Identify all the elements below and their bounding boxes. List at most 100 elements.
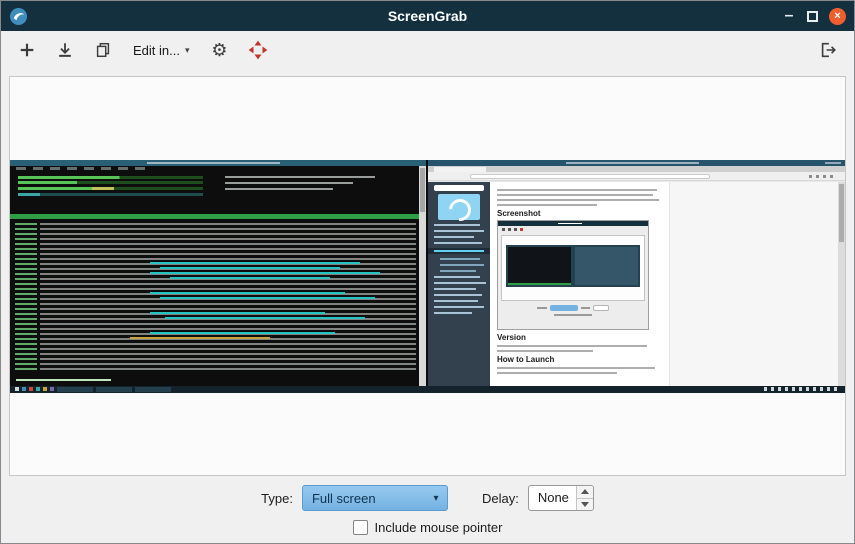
taskbar-window-button — [57, 387, 93, 392]
terminal-path-line — [150, 272, 380, 274]
terminal-scrollbar — [419, 166, 426, 386]
taskbar-window-button — [135, 387, 171, 392]
close-button[interactable]: × — [829, 8, 846, 25]
delay-label: Delay: — [482, 491, 519, 506]
sidebar-nav-subitem — [440, 264, 484, 266]
firefox-toolbar-icons — [809, 175, 835, 178]
htop-tasks-text — [225, 176, 375, 178]
sidebar-nav-item — [434, 242, 482, 244]
manual-text-line — [497, 189, 657, 191]
sidebar-nav-item — [434, 288, 476, 290]
edit-in-button[interactable]: Edit in... ▾ — [127, 36, 196, 64]
taskbar-icon — [50, 387, 54, 391]
include-pointer-checkbox[interactable] — [353, 520, 368, 535]
sidebar-nav-item — [434, 300, 478, 302]
sidebar-nav-subitem — [440, 270, 476, 272]
nested-delay-spin — [593, 305, 609, 311]
terminal-path-line — [150, 262, 360, 264]
manual-text-line — [497, 350, 593, 352]
minimize-button[interactable]: – — [782, 9, 796, 23]
terminal-path-line — [150, 312, 325, 314]
nested-browser-thumb — [575, 247, 638, 285]
captured-taskbar — [10, 386, 845, 393]
terminal-path-line — [150, 292, 345, 294]
htop-cpu-meter — [18, 181, 203, 184]
edit-in-chevron-icon: ▾ — [185, 45, 190, 56]
type-delay-row: Type: Full screen ▾ Delay: None — [261, 485, 594, 511]
app-logo-icon — [9, 7, 28, 26]
terminal-highlight-line — [130, 337, 270, 339]
settings-button[interactable]: ⚙ — [206, 36, 234, 64]
nested-checkbox-row — [554, 314, 592, 316]
manual-heading-version: Version — [497, 333, 662, 342]
sidebar-nav-subitem — [440, 258, 480, 260]
titlebar[interactable]: ScreenGrab – × — [1, 1, 854, 31]
delay-spinbox[interactable]: None — [528, 485, 594, 511]
nested-controls — [498, 303, 648, 313]
sidebar-nav-item — [434, 294, 482, 296]
type-combobox-value: Full screen — [303, 491, 425, 506]
nested-preview-image — [506, 245, 640, 287]
taskbar-tray — [764, 387, 840, 391]
nested-delay-label — [581, 307, 590, 309]
terminal-path-line — [150, 332, 335, 334]
new-screenshot-button[interactable] — [13, 36, 41, 64]
htop-swap-meter — [18, 193, 203, 196]
nested-type-combo — [550, 305, 578, 311]
sidebar-nav-item-selected — [428, 248, 490, 254]
capture-controls: Type: Full screen ▾ Delay: None Include … — [1, 476, 854, 543]
spin-down-icon — [581, 502, 589, 507]
save-button[interactable] — [51, 36, 79, 64]
spin-up-button[interactable] — [577, 486, 593, 499]
combo-chevron-icon: ▾ — [425, 493, 447, 504]
firefox-scrollbar-thumb — [839, 184, 844, 242]
terminal-path-line — [165, 317, 365, 319]
terminal-path-line — [170, 277, 330, 279]
htop-pid-column — [15, 223, 37, 372]
spin-up-icon — [581, 489, 589, 494]
nested-screengrab-window — [497, 220, 649, 330]
include-pointer-row: Include mouse pointer — [353, 520, 503, 535]
nested-preview-panel — [501, 235, 645, 301]
manual-heading-how-to-launch: How to Launch — [497, 355, 662, 364]
taskbar-window-button — [96, 387, 132, 392]
edit-in-label: Edit in... — [133, 43, 180, 58]
delay-spinbox-value: None — [529, 486, 576, 510]
spin-down-button[interactable] — [577, 499, 593, 511]
nested-toolbar-icon — [508, 228, 511, 231]
manual-page-column: Screenshot — [490, 182, 670, 386]
new-screenshot-icon — [18, 41, 36, 59]
sidebar-nav-item — [434, 224, 480, 226]
screengrab-app-icon — [247, 39, 269, 61]
sidebar-nav-item — [434, 306, 484, 308]
type-combobox[interactable]: Full screen ▾ — [302, 485, 448, 511]
manual-text-line — [497, 345, 647, 347]
maximize-button[interactable] — [807, 11, 818, 22]
type-label: Type: — [261, 491, 293, 506]
nested-titlebar — [498, 221, 648, 226]
terminal-window — [10, 166, 426, 386]
sidebar-nav-item-selected-label — [434, 250, 484, 252]
quit-button[interactable] — [814, 36, 842, 64]
copy-button[interactable] — [89, 36, 117, 64]
preview-panel: Screenshot — [9, 76, 846, 476]
include-pointer-label[interactable]: Include mouse pointer — [375, 520, 503, 535]
firefox-content-area: Screenshot — [428, 182, 845, 386]
sidebar-nav-item — [434, 236, 474, 238]
screengrab-app-button[interactable] — [244, 36, 272, 64]
manual-text-line — [497, 204, 597, 206]
sidebar-nav-item — [434, 276, 480, 278]
lubuntu-manual-logo — [438, 194, 480, 220]
nested-terminal-thumb — [508, 247, 571, 285]
toolbar: Edit in... ▾ ⚙ — [1, 31, 854, 69]
firefox-navbar — [428, 172, 845, 181]
sidebar-nav-item — [434, 312, 472, 314]
screengrab-window: ScreenGrab – × Edit in... ▾ — [0, 0, 855, 544]
terminal-menubar — [16, 167, 146, 170]
nested-toolbar-icon — [502, 228, 505, 231]
manual-text-line — [497, 372, 617, 374]
settings-gear-icon: ⚙ — [211, 41, 227, 59]
htop-header-row — [10, 214, 419, 219]
taskbar-icon — [43, 387, 47, 391]
taskbar-icon — [22, 387, 26, 391]
